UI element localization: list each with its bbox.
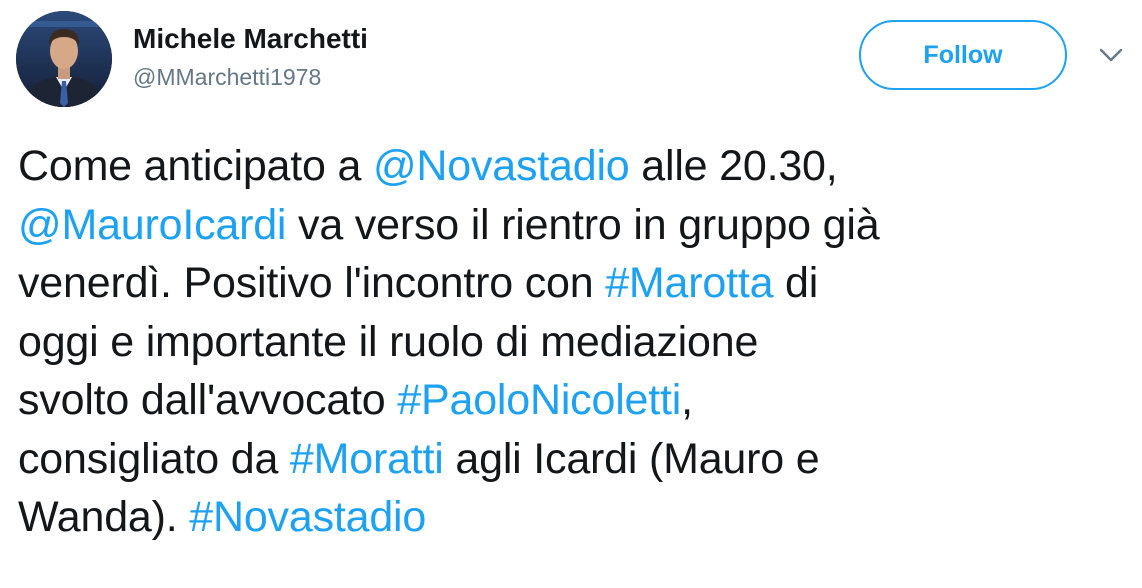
tweet-card: Michele Marchetti @MMarchetti1978 Follow… — [0, 0, 1142, 588]
hashtag-link[interactable]: #Marotta — [605, 259, 773, 307]
avatar[interactable] — [16, 11, 112, 107]
tweet-text-line: venerdì. Positivo l'incontro con #Marott… — [18, 254, 1142, 313]
tweet-text-segment: va verso il rientro in gruppo già — [286, 200, 880, 249]
follow-button[interactable]: Follow — [859, 20, 1067, 90]
hashtag-link[interactable]: #Novastadio — [189, 493, 426, 541]
tweet-text-segment: venerdì. Positivo l'incontro con — [18, 259, 606, 307]
tweet-text-line: Wanda). #Novastadio — [18, 488, 1142, 547]
tweet-author[interactable]: Michele Marchetti @MMarchetti1978 — [133, 22, 368, 92]
hashtag-link[interactable]: #Moratti — [290, 435, 444, 483]
tweet-text-line: @MauroIcardi va verso il rientro in grup… — [18, 196, 1142, 255]
tweet-text-line: Come anticipato a @Novastadio alle 20.30… — [18, 137, 1142, 196]
tweet-text-segment: svolto dall'avvocato — [18, 376, 398, 424]
tweet-text-segment: agli Icardi (Mauro e — [443, 434, 820, 483]
chevron-down-icon[interactable] — [1098, 46, 1124, 64]
tweet-text-segment: consigliato da — [18, 434, 290, 483]
mention-link[interactable]: @Novastadio — [373, 142, 630, 190]
mention-link[interactable]: @MauroIcardi — [18, 201, 286, 249]
author-display-name[interactable]: Michele Marchetti — [133, 22, 368, 56]
hashtag-link[interactable]: #PaoloNicoletti — [397, 376, 681, 424]
author-handle[interactable]: @MMarchetti1978 — [133, 62, 368, 92]
tweet-text-segment: oggi e importante il ruolo di mediazione — [18, 317, 759, 366]
tweet-text: Come anticipato a @Novastadio alle 20.30… — [18, 137, 1142, 547]
tweet-text-segment: , — [681, 376, 693, 424]
avatar-image — [16, 11, 112, 107]
tweet-text-line: consigliato da #Moratti agli Icardi (Mau… — [18, 430, 1142, 489]
tweet-text-segment: di — [773, 259, 819, 307]
tweet-text-line: oggi e importante il ruolo di mediazione — [18, 313, 1142, 372]
tweet-text-segment: Come anticipato a — [18, 142, 373, 190]
tweet-text-line: svolto dall'avvocato #PaoloNicoletti, — [18, 371, 1142, 430]
tweet-text-segment: Wanda). — [18, 493, 190, 541]
tweet-text-segment: alle 20.30, — [629, 142, 838, 190]
